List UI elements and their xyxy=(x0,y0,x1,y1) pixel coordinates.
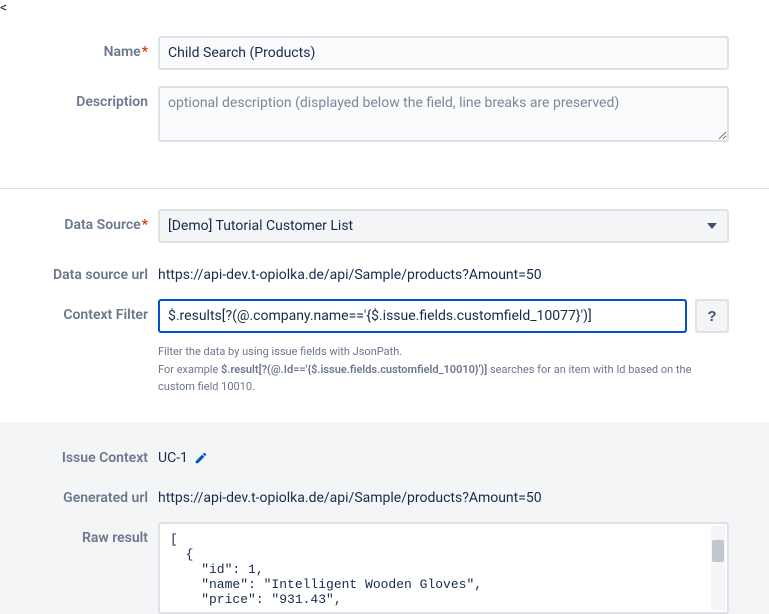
edit-icon[interactable] xyxy=(194,451,208,465)
datasource-label: Data Source xyxy=(40,209,158,233)
description-textarea[interactable] xyxy=(158,86,729,142)
issue-context-value: UC-1 xyxy=(158,450,188,466)
context-filter-help-button[interactable]: ? xyxy=(695,299,729,333)
scrollbar-track[interactable] xyxy=(711,526,725,610)
datasource-url-value: https://api-dev.t-opiolka.de/api/Sample/… xyxy=(158,259,729,283)
name-input[interactable] xyxy=(158,36,729,70)
context-filter-label: Context Filter xyxy=(40,299,158,323)
name-label: Name xyxy=(40,36,158,60)
divider xyxy=(0,188,769,189)
datasource-url-label: Data source url xyxy=(40,259,158,283)
context-filter-help-text: Filter the data by using issue fields wi… xyxy=(158,343,729,396)
scrollbar-thumb[interactable] xyxy=(712,540,724,562)
raw-result-label: Raw result xyxy=(40,522,158,546)
description-label: Description xyxy=(40,86,158,110)
issue-context-label: Issue Context xyxy=(40,442,158,466)
generated-url-label: Generated url xyxy=(40,482,158,506)
context-filter-input[interactable] xyxy=(158,299,687,333)
generated-url-value: https://api-dev.t-opiolka.de/api/Sample/… xyxy=(158,482,729,506)
datasource-select[interactable]: [Demo] Tutorial Customer List xyxy=(158,209,729,243)
raw-result-box[interactable]: [ { "id": 1, "name": "Intelligent Wooden… xyxy=(158,522,729,614)
